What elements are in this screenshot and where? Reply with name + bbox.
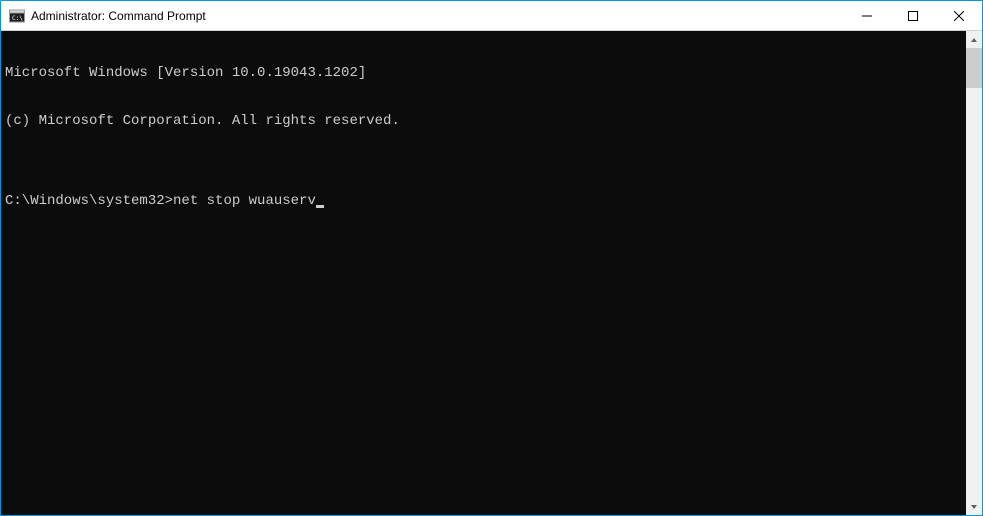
cursor [316,205,324,208]
minimize-button[interactable] [844,1,890,30]
command-prompt-window: C:\ Administrator: Command Prompt Micros… [0,0,983,516]
banner-line-2: (c) Microsoft Corporation. All rights re… [5,113,962,129]
close-button[interactable] [936,1,982,30]
prompt-text: C:\Windows\system32> [5,193,173,209]
scroll-thumb[interactable] [966,48,982,88]
banner-line-1: Microsoft Windows [Version 10.0.19043.12… [5,65,962,81]
vertical-scrollbar[interactable] [966,31,982,515]
maximize-button[interactable] [890,1,936,30]
scroll-down-button[interactable] [966,498,982,515]
prompt-line: C:\Windows\system32>net stop wuauserv [5,193,962,209]
titlebar[interactable]: C:\ Administrator: Command Prompt [1,1,982,31]
window-controls [844,1,982,30]
svg-text:C:\: C:\ [12,15,23,22]
titlebar-left: C:\ Administrator: Command Prompt [1,8,844,24]
terminal-output[interactable]: Microsoft Windows [Version 10.0.19043.12… [1,31,966,515]
command-prompt-icon: C:\ [9,8,25,24]
scroll-track[interactable] [966,48,982,498]
content-area: Microsoft Windows [Version 10.0.19043.12… [1,31,982,515]
command-text: net stop wuauserv [173,193,316,209]
window-title: Administrator: Command Prompt [31,9,206,23]
scroll-up-button[interactable] [966,31,982,48]
